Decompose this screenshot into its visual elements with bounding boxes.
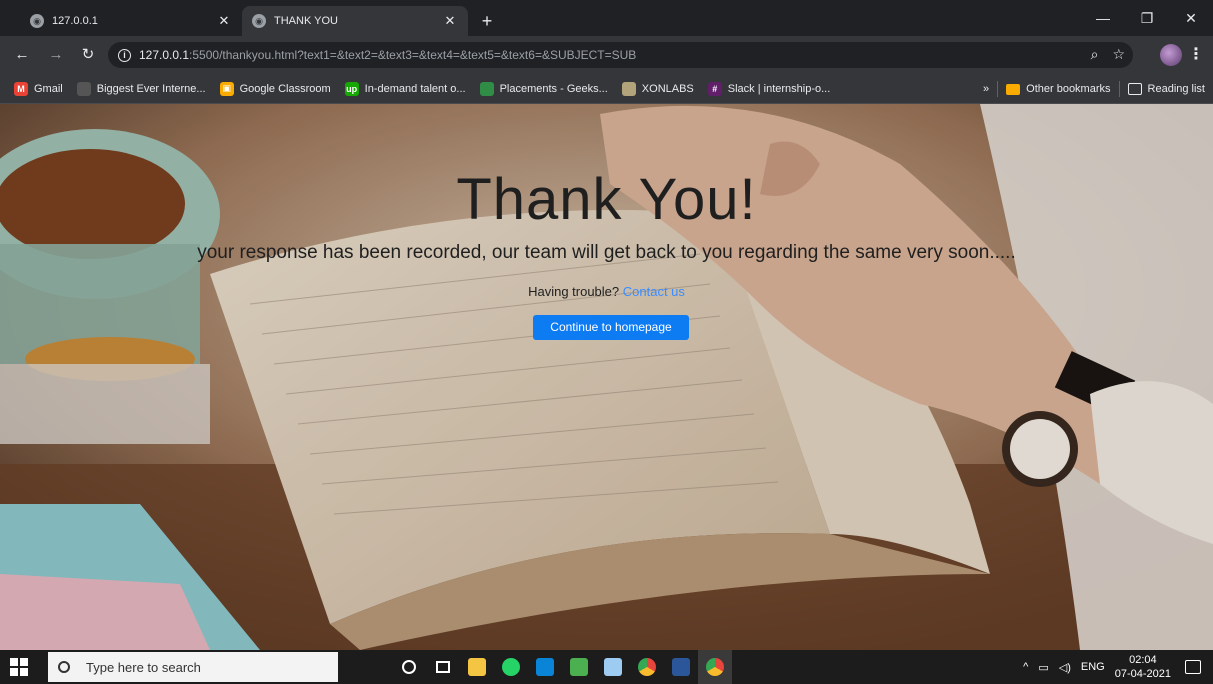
bookmarks-bar: M Gmail Biggest Ever Interne... ▣ Google… <box>0 74 1213 104</box>
task-view-icon[interactable] <box>426 650 460 684</box>
word-icon[interactable] <box>664 650 698 684</box>
close-icon[interactable]: ✕ <box>442 13 458 29</box>
zoom-icon[interactable]: ⌕ <box>1091 46 1099 63</box>
tab-strip: ◉ 127.0.0.1 ✕ ◉ THANK YOU ✕ + — ❐ ✕ <box>0 0 1213 36</box>
restore-icon[interactable]: ❐ <box>1125 0 1169 36</box>
bookmark-upwork[interactable]: up In-demand talent o... <box>344 81 466 96</box>
virtualbox-icon[interactable] <box>596 650 630 684</box>
clock-time: 02:04 <box>1129 654 1157 666</box>
tab-127-0-0-1[interactable]: ◉ 127.0.0.1 ✕ <box>20 6 242 36</box>
trouble-text: Having trouble? <box>528 284 620 299</box>
language-indicator[interactable]: ENG <box>1081 661 1105 673</box>
slack-icon: # <box>707 81 722 96</box>
bookmark-biggest-ever[interactable]: Biggest Ever Interne... <box>76 81 206 96</box>
bookmark-google-classroom[interactable]: ▣ Google Classroom <box>219 81 331 96</box>
page-viewport: Thank You! your response has been record… <box>0 104 1213 650</box>
bookmark-label: Biggest Ever Interne... <box>96 82 206 95</box>
info-icon[interactable]: i <box>118 48 131 62</box>
window-controls: — ❐ ✕ <box>1081 0 1213 36</box>
url-host: 127.0.0.1 <box>139 48 190 62</box>
spreadsheet-app-icon[interactable] <box>562 650 596 684</box>
bookmark-slack[interactable]: # Slack | internship-o... <box>707 81 831 96</box>
thank-you-content: Thank You! your response has been record… <box>0 104 1213 650</box>
divider <box>1118 81 1120 97</box>
close-icon[interactable]: ✕ <box>216 13 232 29</box>
windows-taskbar: Type here to search ^ ▭ ◁) ENG 02:04 07-… <box>0 650 1213 684</box>
bookmark-label: Placements - Geeks... <box>499 82 608 95</box>
trouble-line: Having trouble? Contact us <box>0 284 1213 299</box>
confirmation-message: your response has been recorded, our tea… <box>197 242 1016 263</box>
taskbar-search-input[interactable]: Type here to search <box>48 652 338 682</box>
contact-us-link[interactable]: Contact us <box>623 284 685 299</box>
bookmarks-overflow-icon[interactable]: » <box>983 83 989 95</box>
clock-date: 07-04-2021 <box>1114 668 1171 680</box>
new-tab-button[interactable]: + <box>476 11 498 33</box>
reading-list-icon <box>1127 83 1142 95</box>
taskbar-apps <box>392 650 732 684</box>
url-path: :5500/thankyou.html?text1=&text2=&text3=… <box>189 48 637 62</box>
upwork-icon: up <box>344 81 359 96</box>
folder-icon <box>1006 83 1021 95</box>
minimize-icon[interactable]: — <box>1081 0 1125 36</box>
volume-icon[interactable]: ◁) <box>1059 661 1071 674</box>
forward-arrow-icon[interactable]: → <box>46 45 66 65</box>
reading-list[interactable]: Reading list <box>1148 83 1205 95</box>
bookmark-geeks[interactable]: Placements - Geeks... <box>479 81 608 96</box>
gmail-icon: M <box>14 81 28 96</box>
bookmark-label: Google Classroom <box>239 82 331 95</box>
tab-thank-you[interactable]: ◉ THANK YOU ✕ <box>242 6 468 36</box>
windows-start-icon[interactable] <box>10 658 28 676</box>
bookmark-gmail[interactable]: M Gmail <box>14 81 63 96</box>
address-bar[interactable]: i 127.0.0.1 :5500/thankyou.html?text1=&t… <box>108 42 1133 68</box>
star-icon[interactable]: ☆ <box>1112 46 1125 63</box>
chrome-profile-icon[interactable] <box>698 650 732 684</box>
vscode-icon[interactable] <box>528 650 562 684</box>
menu-kebab-icon[interactable]: ⋮ <box>1188 44 1204 66</box>
chevron-up-icon[interactable]: ^ <box>1023 661 1028 673</box>
whatsapp-icon[interactable] <box>494 650 528 684</box>
classroom-icon: ▣ <box>219 81 234 96</box>
other-bookmarks[interactable]: Other bookmarks <box>1026 83 1110 95</box>
bookmark-label: XONLABS <box>641 82 694 95</box>
close-window-icon[interactable]: ✕ <box>1169 0 1213 36</box>
tab-title: 127.0.0.1 <box>52 15 98 27</box>
search-placeholder: Type here to search <box>86 659 201 675</box>
chrome-icon[interactable] <box>630 650 664 684</box>
divider <box>997 81 999 97</box>
continue-to-homepage-button[interactable]: Continue to homepage <box>533 315 689 340</box>
bookmark-label: In-demand talent o... <box>364 82 466 95</box>
system-tray: ^ ▭ ◁) ENG 02:04 07-04-2021 <box>1023 650 1213 684</box>
back-arrow-icon[interactable]: ← <box>12 45 32 65</box>
cortana-icon[interactable] <box>392 650 426 684</box>
bookmark-label: Gmail <box>34 82 63 95</box>
notification-icon[interactable] <box>1185 660 1201 674</box>
tab-title: THANK YOU <box>274 15 338 27</box>
geeks-icon <box>479 81 494 96</box>
bookmark-label: Slack | internship-o... <box>727 82 831 95</box>
globe-icon: ◉ <box>30 14 44 28</box>
reload-icon[interactable]: ↻ <box>78 45 98 65</box>
site-icon <box>76 81 91 96</box>
battery-icon[interactable]: ▭ <box>1038 661 1048 674</box>
globe-icon: ◉ <box>252 14 266 28</box>
search-icon <box>58 661 70 673</box>
file-explorer-icon[interactable] <box>460 650 494 684</box>
page-title: Thank You! <box>456 167 757 232</box>
clock[interactable]: 02:04 07-04-2021 <box>1115 653 1171 681</box>
bookmark-xonlabs[interactable]: XONLABS <box>621 81 694 96</box>
xonlabs-icon <box>621 81 636 96</box>
profile-avatar[interactable] <box>1160 44 1182 66</box>
